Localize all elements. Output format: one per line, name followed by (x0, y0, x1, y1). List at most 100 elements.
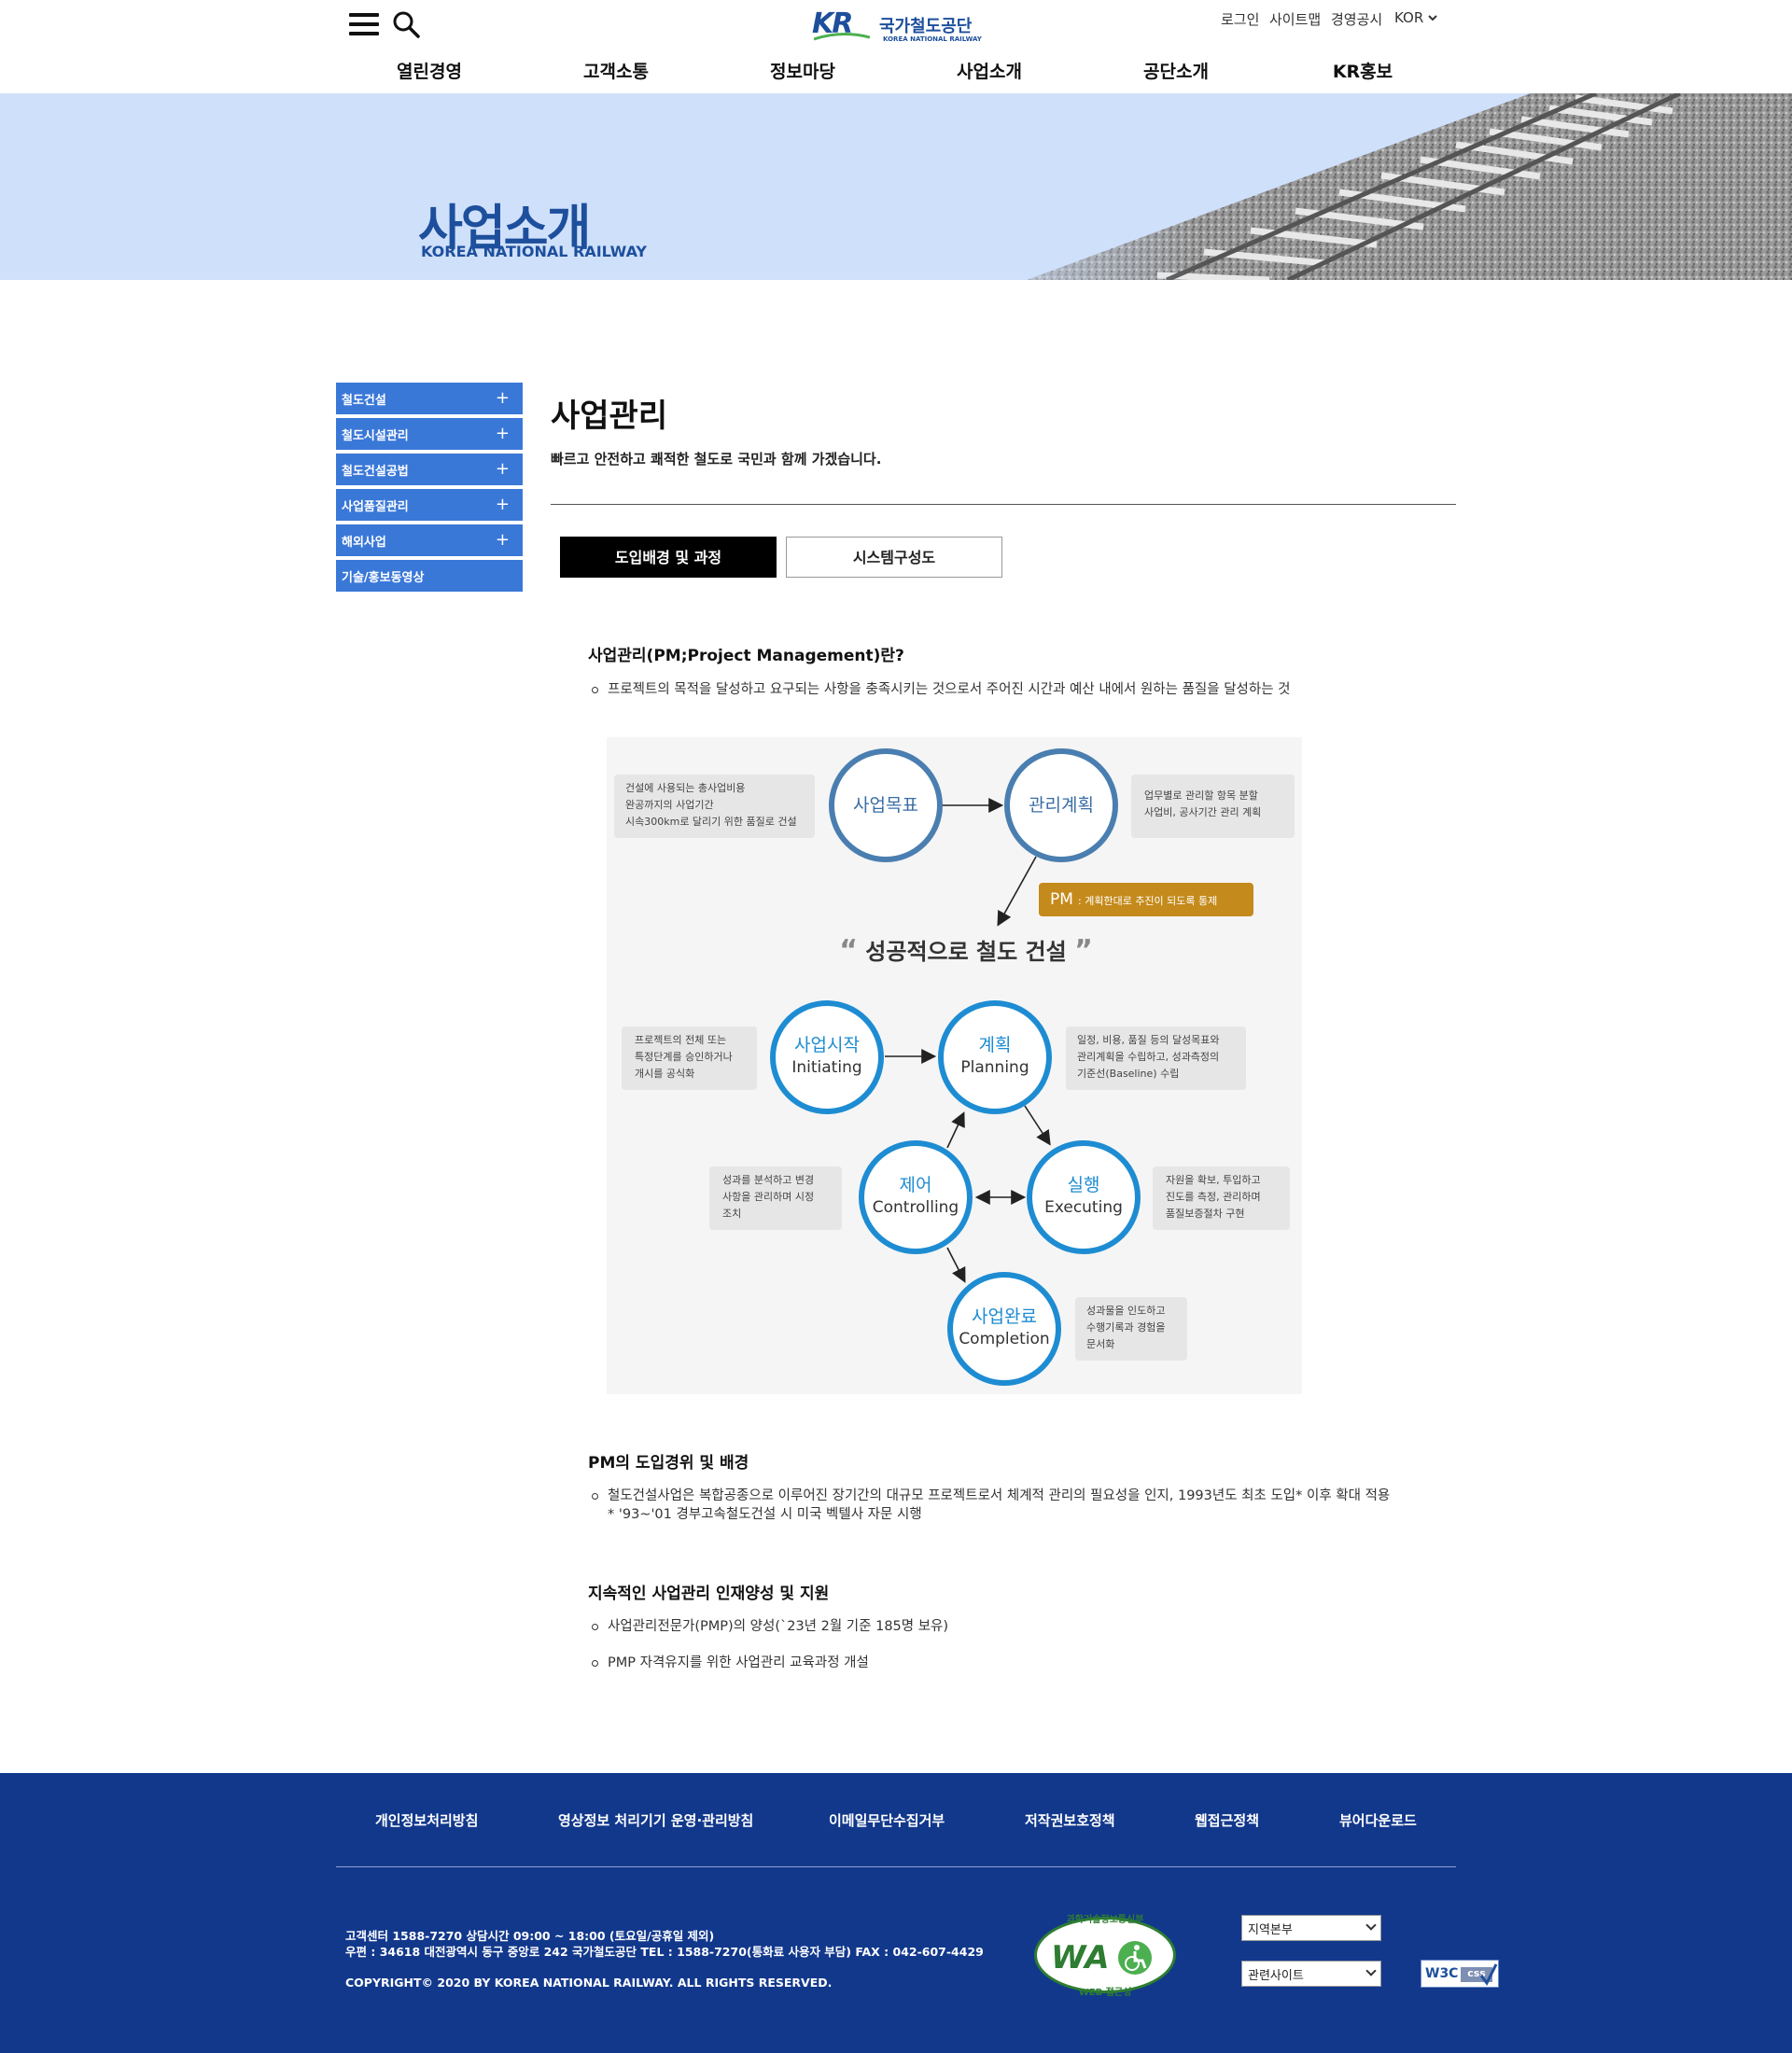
plus-icon: + (495, 459, 510, 479)
wa-bottom-text: WEB 접근성 (1078, 1988, 1132, 1998)
footer-link-cctv[interactable]: 영상정보 처리기기 운영·관리방침 (558, 1810, 753, 1830)
plus-icon: + (495, 388, 510, 408)
language-select[interactable]: KOR (1394, 9, 1437, 26)
circle-project-goal: 사업목표 (829, 748, 943, 862)
list-item-text: 사업관리전문가(PMP)의 양성(`23년 2월 기준 185명 보유) (608, 1619, 949, 1634)
page-banner: 사업소개 KOREA NATIONAL RAILWAY (0, 93, 1792, 280)
search-icon[interactable] (391, 9, 421, 39)
wa-logo-text: WA (1051, 1939, 1110, 1976)
footer-link-email[interactable]: 이메일무단수집거부 (829, 1810, 945, 1830)
banner-subtitle: KOREA NATIONAL RAILWAY (421, 243, 647, 260)
list-item-text: 철도건설사업은 복합공종으로 이루어진 장기간의 대규모 프로젝트로서 체계적 … (608, 1488, 1391, 1503)
wa-top-text: 과학기술정보통신부 (1066, 1915, 1144, 1925)
slogan-text: 성공적으로 철도 건설 (865, 939, 1067, 965)
related-select-value: 관련사이트 (1248, 1969, 1304, 1983)
circle-management-plan: 관리계획 (1004, 748, 1118, 862)
footer-address: 우편 : 34618 대전광역시 동구 중앙로 242 국가철도공단 TEL :… (345, 1945, 984, 1959)
quote-open-icon: “ (839, 934, 858, 967)
tab-background[interactable]: 도입배경 및 과정 (560, 537, 777, 578)
logo[interactable]: KR 국가철도공단 KOREA NATIONAL RAILWAY (812, 7, 982, 45)
chevron-down-icon (1365, 1920, 1377, 1931)
language-label: KOR (1394, 9, 1424, 26)
list-item: PMP 자격유지를 위한 사업관리 교육과정 개설 (592, 1654, 869, 1672)
login-link[interactable]: 로그인 (1221, 9, 1259, 29)
note-project-goal: 건설에 사용되는 총사업비용 완공까지의 사업기간 시속300km로 달리기 위… (614, 775, 815, 838)
footer-link-copyright[interactable]: 저작권보호정책 (1025, 1810, 1115, 1830)
list-item: 프로젝트의 목적을 달성하고 요구되는 사항을 충족시키는 것으로서 주어진 시… (592, 680, 1291, 699)
sidebar-item-label: 철도시설관리 (342, 429, 409, 443)
list-item-text: 프로젝트의 목적을 달성하고 요구되는 사항을 충족시키는 것으로서 주어진 시… (608, 682, 1291, 697)
list-item: 사업관리전문가(PMP)의 양성(`23년 2월 기준 185명 보유) (592, 1617, 948, 1636)
pm-process-diagram: 건설에 사용되는 총사업비용 완공까지의 사업기간 시속300km로 달리기 위… (607, 737, 1302, 1394)
circle-controlling: 제어 Controlling (859, 1140, 973, 1254)
gnb-item-business[interactable]: 사업소개 (933, 58, 1045, 83)
note-initiating: 프로젝트의 전체 또는 특정단계를 승인하거나 개시를 공식화 (622, 1026, 757, 1090)
menu-icon[interactable] (349, 13, 379, 35)
list-item-note: * '93~'01 경부고속철도건설 시 미국 벡텔사 자문 시행 (608, 1507, 922, 1522)
note-executing: 자원을 확보, 투입하고 진도를 측정, 관리하며 품질보증절차 구현 (1153, 1166, 1290, 1230)
sitemap-link[interactable]: 사이트맵 (1269, 9, 1321, 29)
section-heading-pm: 사업관리(PM;Project Management)란? (588, 647, 904, 665)
sidebar-item-construction-method[interactable]: 철도건설공법 + (336, 454, 523, 485)
logo-swoosh (814, 33, 870, 41)
railway-image (877, 93, 1792, 280)
gnb-item-information[interactable]: 정보마당 (747, 58, 859, 83)
plus-icon: + (495, 495, 510, 514)
note-completion: 성과물을 인도하고 수행기록과 경험을 문서화 (1075, 1297, 1187, 1361)
region-select[interactable]: 지역본부 (1241, 1915, 1381, 1941)
circle-completion: 사업완료 Completion (947, 1272, 1061, 1386)
pm-badge: PM : 계획한대로 추진이 되도록 통제 (1039, 883, 1253, 916)
gnb-item-pr[interactable]: KR홍보 (1307, 58, 1419, 83)
circle-executing: 실행 Executing (1027, 1140, 1141, 1254)
page-description: 빠르고 안전하고 쾌적한 철도로 국민과 함께 가겠습니다. (551, 451, 882, 468)
page-title: 사업관리 (551, 398, 668, 435)
footer-link-viewer[interactable]: 뷰어다운로드 (1339, 1810, 1417, 1830)
region-select-value: 지역본부 (1248, 1923, 1293, 1937)
web-accessibility-mark[interactable]: 과학기술정보통신부 WA WEB 접근성 (1034, 1911, 1176, 1999)
checkmark-icon (1479, 1963, 1498, 1986)
gnb-item-about[interactable]: 공단소개 (1120, 58, 1232, 83)
chevron-down-icon (1365, 1965, 1377, 1976)
gnb-item-customer[interactable]: 고객소통 (560, 58, 672, 83)
note-planning: 일정, 비용, 품질 등의 달성목표와 관리계획을 수립하고, 성과측정의 기준… (1066, 1026, 1246, 1090)
w3c-label: W3C (1425, 1966, 1459, 1981)
related-sites-select[interactable]: 관련사이트 (1241, 1961, 1381, 1987)
pm-label: PM (1050, 890, 1073, 909)
pm-text: : 계획한대로 추진이 되도록 통제 (1078, 895, 1218, 907)
sidebar-item-quality-management[interactable]: 사업품질관리 + (336, 489, 523, 521)
circle-initiating: 사업시작 Initiating (770, 1000, 884, 1114)
sidebar-item-overseas[interactable]: 해외사업 + (336, 524, 523, 556)
sidebar-item-facility-management[interactable]: 철도시설관리 + (336, 418, 523, 450)
sidebar-item-label: 해외사업 (342, 536, 386, 550)
footer-copyright: COPYRIGHT© 2020 BY KOREA NATIONAL RAILWA… (345, 1976, 833, 1990)
sidebar-item-label: 철도건설공법 (342, 465, 409, 479)
w3c-css-badge[interactable]: W3C css (1421, 1960, 1499, 1988)
plus-icon: + (495, 530, 510, 550)
chevron-down-icon (1428, 15, 1437, 21)
sidebar-item-label: 기술/홍보동영상 (342, 571, 425, 585)
footer: 개인정보처리방침 영상정보 처리기기 운영·관리방침 이메일무단수집거부 저작권… (0, 1773, 1792, 2053)
section-heading-talent: 지속적인 사업관리 인재양성 및 지원 (588, 1585, 830, 1603)
circle-planning: 계획 Planning (938, 1000, 1052, 1114)
footer-divider (336, 1866, 1456, 1867)
sidebar-item-videos[interactable]: 기술/홍보동영상 (336, 560, 523, 592)
note-management-plan: 업무별로 관리할 항목 분할 사업비, 공사기간 관리 계획 (1131, 775, 1295, 838)
header: KR 국가철도공단 KOREA NATIONAL RAILWAY 로그인 사이트… (0, 0, 1792, 93)
sidebar-item-railway-construction[interactable]: 철도건설 + (336, 383, 523, 414)
wheelchair-icon (1118, 1941, 1152, 1975)
slogan: “ 성공적으로 철도 건설 ” (826, 933, 1106, 967)
note-controlling: 성과를 분석하고 변경 사항을 관리하며 시정 조치 (709, 1166, 842, 1230)
footer-link-privacy[interactable]: 개인정보처리방침 (375, 1810, 478, 1830)
tab-system-diagram[interactable]: 시스템구성도 (786, 537, 1002, 578)
sidebar-item-label: 사업품질관리 (342, 500, 409, 514)
disclosure-link[interactable]: 경영공시 (1331, 9, 1382, 29)
logo-sub: KOREA NATIONAL RAILWAY (883, 35, 982, 43)
plus-icon: + (495, 424, 510, 443)
footer-link-accessibility[interactable]: 웹접근정책 (1195, 1810, 1259, 1830)
section-heading-history: PM의 도입경위 및 배경 (588, 1454, 749, 1473)
divider (551, 504, 1456, 505)
gnb-item-open-management[interactable]: 열린경영 (373, 58, 485, 83)
list-item: 철도건설사업은 복합공종으로 이루어진 장기간의 대규모 프로젝트로서 체계적 … (592, 1487, 1390, 1505)
quote-close-icon: ” (1074, 934, 1093, 967)
list-item-text: PMP 자격유지를 위한 사업관리 교육과정 개설 (608, 1655, 869, 1670)
